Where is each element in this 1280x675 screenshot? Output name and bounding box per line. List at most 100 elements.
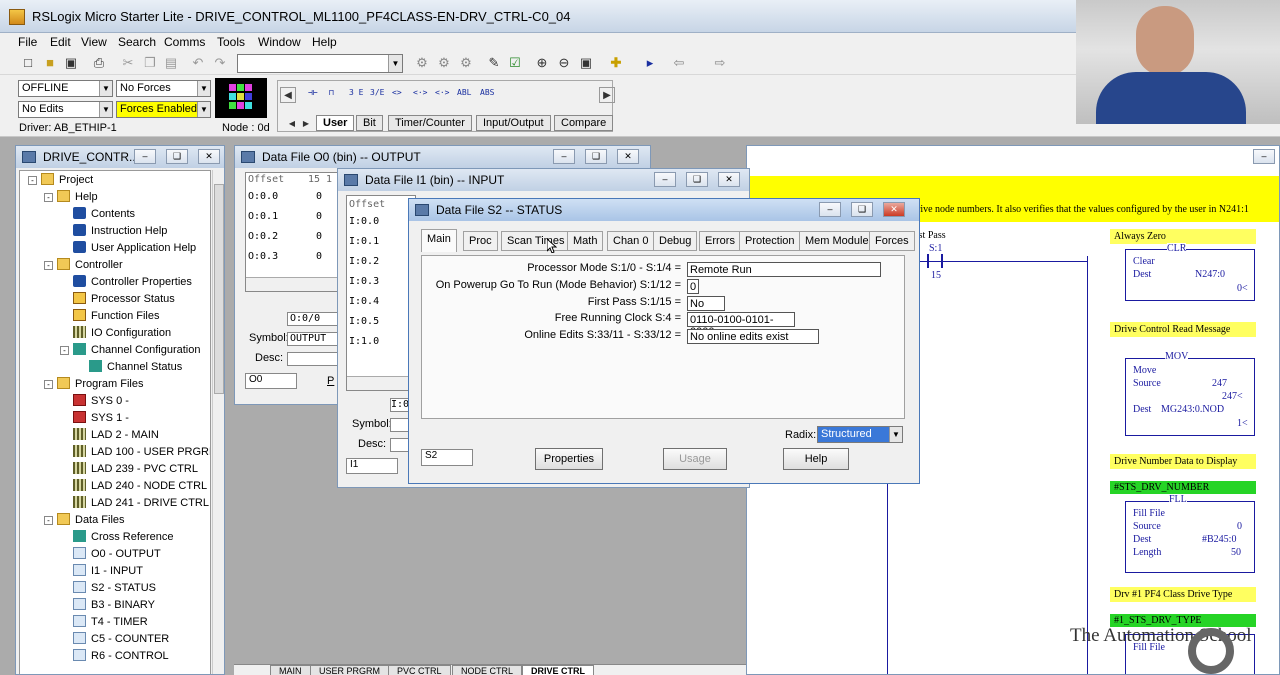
output-value[interactable]: 0 — [316, 251, 322, 262]
edit-icon[interactable]: ✎ — [486, 55, 502, 71]
clock-value[interactable]: 0110-0100-0101-0000 — [687, 312, 795, 338]
xic-instruction[interactable]: 3 E — [349, 88, 363, 97]
sheet-pvc-ctrl[interactable]: PVC CTRL — [388, 665, 451, 675]
close-button[interactable]: ✕ — [617, 149, 639, 164]
menu-help[interactable]: Help — [309, 34, 340, 50]
xio-instruction[interactable]: 3/E — [370, 88, 384, 97]
otu-instruction[interactable]: <·> — [435, 88, 449, 97]
back-icon[interactable]: ⇦ — [671, 55, 687, 71]
output-value[interactable]: 0 — [316, 211, 322, 222]
tab-user[interactable]: User — [316, 115, 355, 131]
tree-item[interactable]: LAD 240 - NODE CTRL — [73, 477, 207, 494]
verify-icon[interactable]: ⚙ — [414, 55, 430, 71]
properties-button[interactable]: Properties — [535, 448, 603, 470]
tab-bit[interactable]: Bit — [356, 115, 383, 131]
tree-item[interactable]: LAD 2 - MAIN — [73, 426, 159, 443]
add-icon[interactable]: ✚ — [608, 55, 624, 71]
minimize-button[interactable]: – — [134, 149, 156, 164]
tree-item[interactable]: - Help — [44, 188, 98, 205]
restore-button[interactable]: ❑ — [686, 172, 708, 187]
tab-forces[interactable]: Forces — [869, 231, 915, 251]
menu-search[interactable]: Search — [115, 34, 159, 50]
tree-item[interactable]: SYS 1 - — [73, 409, 129, 426]
expander-icon[interactable]: - — [60, 346, 69, 355]
expander-icon[interactable]: - — [28, 176, 37, 185]
desc-field[interactable] — [287, 352, 339, 366]
tree-item[interactable]: IO Configuration — [73, 324, 171, 341]
tree-scroll-thumb[interactable] — [214, 184, 224, 394]
file-number-spinner[interactable]: O0 — [245, 373, 297, 389]
scroll-right-icon[interactable]: ▶ — [599, 87, 615, 103]
tree-item[interactable]: LAD 241 - DRIVE CTRL — [73, 494, 209, 511]
expander-icon[interactable]: - — [44, 380, 53, 389]
tree-item[interactable]: LAD 100 - USER PRGRM — [73, 443, 210, 460]
expander-icon[interactable]: - — [44, 261, 53, 270]
forces-combo[interactable]: No Forces ▼ — [116, 80, 211, 97]
redo-icon[interactable]: ↷ — [212, 55, 228, 71]
ote-instruction[interactable]: <> — [392, 88, 402, 97]
tab-errors[interactable]: Errors — [699, 231, 741, 251]
scroll-left-icon[interactable]: ◀ — [280, 87, 296, 103]
verify-project-icon[interactable]: ⚙ — [458, 55, 474, 71]
usage-button[interactable]: Usage — [663, 448, 727, 470]
tab-main[interactable]: Main — [421, 229, 457, 252]
tab-compare[interactable]: Compare — [554, 115, 614, 131]
tree-item[interactable]: - Program Files — [44, 375, 143, 392]
output-address-field[interactable]: O:0/0 — [287, 312, 339, 326]
output-grid[interactable]: Offset 15 1 O:0.0 0 O:0.1 0 O:0.2 0 O:0.3 0 — [245, 172, 345, 292]
radix-select[interactable]: Structured ▼ — [817, 426, 903, 443]
menu-file[interactable]: File — [15, 34, 40, 50]
tree-item[interactable]: Controller Properties — [73, 273, 192, 290]
menu-tools[interactable]: Tools — [214, 34, 248, 50]
sheet-user-prgrm[interactable]: USER PRGRM — [310, 665, 390, 675]
print-icon[interactable]: ⎙ — [91, 55, 107, 71]
rung-instruction[interactable]: ⊣⊢ — [308, 88, 318, 97]
forward-icon[interactable]: ⇨ — [712, 55, 728, 71]
close-button[interactable]: ✕ — [883, 202, 905, 217]
menu-view[interactable]: View — [78, 34, 110, 50]
tree-item[interactable]: - Data Files — [44, 511, 125, 528]
tab-next-icon[interactable]: ▶ — [298, 116, 314, 132]
zoom-in-icon[interactable]: ⊕ — [534, 55, 550, 71]
tree-item[interactable]: C5 - COUNTER — [73, 630, 169, 647]
paste-icon[interactable]: ▤ — [163, 55, 179, 71]
input-grid[interactable]: Offset I:0.0 I:0.1 I:0.2 I:0.3 I:0.4 I:0… — [346, 195, 416, 391]
tab-proc[interactable]: Proc — [463, 231, 498, 251]
full-screen-icon[interactable]: ▣ — [578, 55, 594, 71]
tree-item[interactable]: I1 - INPUT — [73, 562, 143, 579]
mode-combo[interactable]: OFFLINE ▼ — [18, 80, 113, 97]
close-button[interactable]: ✕ — [198, 149, 220, 164]
file-number-spinner[interactable]: S2 — [421, 449, 473, 466]
tab-math[interactable]: Math — [567, 231, 604, 251]
tab-chan-0[interactable]: Chan 0 — [607, 231, 655, 251]
minimize-button[interactable]: – — [654, 172, 676, 187]
abl-instruction[interactable]: ABL — [457, 88, 471, 97]
processor-mode-value[interactable]: Remote Run — [687, 262, 881, 277]
restore-button[interactable]: ❑ — [166, 149, 188, 164]
menu-edit[interactable]: Edit — [47, 34, 74, 50]
new-file-icon[interactable]: □ — [20, 55, 36, 71]
expander-icon[interactable]: - — [44, 516, 53, 525]
cut-icon[interactable]: ✂ — [120, 55, 136, 71]
tree-item[interactable]: - Project — [28, 171, 93, 188]
tree-item[interactable]: Cross Reference — [73, 528, 174, 545]
forces-enabled-combo[interactable]: Forces Enabled ▼ — [116, 101, 211, 118]
play-icon[interactable]: ▸ — [642, 55, 658, 71]
tree-item[interactable]: - Controller — [44, 256, 123, 273]
tree-item[interactable]: Function Files — [73, 307, 159, 324]
tree-item[interactable]: R6 - CONTROL — [73, 647, 169, 664]
properties-button[interactable]: P — [327, 375, 334, 387]
output-value[interactable]: 0 — [316, 231, 322, 242]
tree-item[interactable]: - Channel Configuration — [60, 341, 200, 358]
restore-button[interactable]: ❑ — [851, 202, 873, 217]
tree-item[interactable]: Processor Status — [73, 290, 175, 307]
h-scrollbar[interactable] — [347, 376, 415, 390]
tree-item[interactable]: LAD 239 - PVC CTRL — [73, 460, 198, 477]
h-scrollbar[interactable] — [246, 277, 344, 291]
tab-mem-module[interactable]: Mem Module — [799, 231, 875, 251]
tab-debug[interactable]: Debug — [653, 231, 698, 251]
tab-timer-counter[interactable]: Timer/Counter — [388, 115, 472, 131]
tree-item[interactable]: B3 - BINARY — [73, 596, 155, 613]
file-number-spinner[interactable]: I1 — [346, 458, 398, 474]
tab-input-output[interactable]: Input/Output — [476, 115, 551, 131]
